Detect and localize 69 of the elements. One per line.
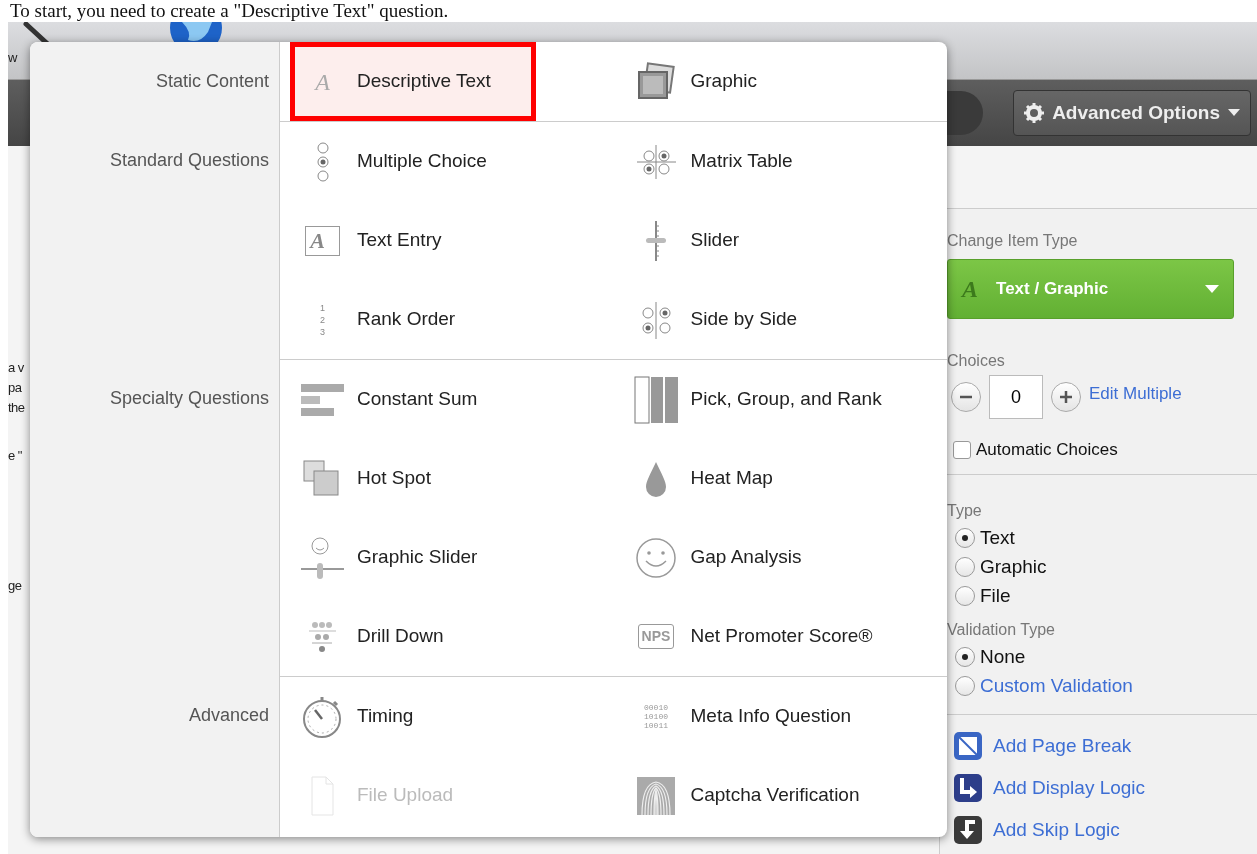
section-label: Static Content	[154, 70, 270, 93]
gear-icon	[1024, 103, 1045, 123]
radio-label: Text	[980, 526, 1015, 550]
field-label: Choices	[947, 351, 1006, 371]
menu-item[interactable]: Graphic	[623, 42, 803, 121]
letter-a-icon: A	[315, 63, 330, 100]
text-fragment: w	[8, 49, 17, 67]
menu-item[interactable]: Graphic Slider	[290, 518, 523, 597]
field-label: Validation Type	[947, 620, 1056, 640]
menu-item[interactable]: 00010 10100 10011 Meta Info Question	[623, 677, 897, 756]
numbered-list-icon: 1 2 3	[320, 301, 325, 338]
action-link[interactable]: Add Display Logic	[947, 767, 1257, 809]
radio-button[interactable]	[955, 556, 975, 577]
smiley-icon	[633, 535, 679, 580]
field-label: Change Item Type	[947, 231, 1079, 251]
menu-item[interactable]: Pick, Group, and Rank	[623, 360, 927, 439]
decrease-button[interactable]	[951, 382, 981, 412]
section-label: Specialty Questions	[108, 387, 270, 410]
radio-button[interactable]	[955, 527, 975, 548]
column-blocks-icon	[633, 375, 679, 424]
increase-button[interactable]	[1051, 382, 1081, 412]
smiley-slider-icon	[300, 535, 345, 580]
radio-label: None	[980, 645, 1026, 669]
edit-multiple-link[interactable]: Edit Multiple	[1089, 381, 1182, 407]
text-box-icon: A	[305, 225, 340, 256]
menu-item[interactable]: Slider	[623, 201, 785, 280]
text-fragment: ge	[8, 577, 22, 595]
plus-icon	[1059, 390, 1073, 404]
menu-item[interactable]: Drill Down	[290, 597, 489, 676]
nps-label-icon: NPS	[637, 624, 675, 649]
binary-digits-icon: 00010 10100 10011	[644, 703, 668, 730]
letter-a-icon: A	[962, 271, 978, 307]
action-link[interactable]: Add Skip Logic	[947, 809, 1257, 851]
radio-button[interactable]	[955, 585, 975, 606]
radio-button[interactable]	[955, 675, 975, 696]
caption-text: To start, you need to create a "Descriptive Text" question.	[9, 0, 450, 22]
radio-label: File	[980, 584, 1011, 608]
menu-item[interactable]: Timing	[290, 677, 459, 756]
menu-item[interactable]: 1 2 3 Rank Order	[290, 280, 501, 359]
menu-item[interactable]: Gap Analysis	[623, 518, 847, 597]
menu-item[interactable]: A Text Entry	[290, 201, 487, 280]
menu-item[interactable]: Constant Sum	[290, 360, 523, 439]
checkbox[interactable]	[953, 440, 971, 459]
radio-button[interactable]	[955, 646, 975, 667]
caret-icon	[1205, 285, 1219, 293]
text-fragment: pa	[8, 379, 22, 397]
menu-item[interactable]: Multiple Choice	[290, 122, 532, 201]
menu-item[interactable]: Side by Side	[623, 280, 843, 359]
radio-label-link[interactable]: Custom Validation	[980, 671, 1133, 700]
text-fragment: e "	[8, 447, 22, 465]
checkbox-label: Automatic Choices	[976, 439, 1118, 461]
section-label: Advanced	[187, 704, 270, 727]
choice-count-field[interactable]: 0	[989, 375, 1043, 419]
field-label: Type	[947, 501, 983, 521]
menu-item[interactable]: Captcha Verification	[623, 756, 905, 835]
menu-item[interactable]: Heat Map	[623, 439, 818, 518]
text-fragment: the	[8, 399, 25, 417]
advanced-options-button[interactable]: Advanced Options	[1013, 89, 1251, 137]
menu-item[interactable]: Matrix Table	[623, 122, 838, 201]
text-fragment: a v	[8, 359, 24, 377]
caret-icon	[1228, 109, 1240, 117]
radio-label: Graphic	[980, 555, 1047, 579]
section-label: Standard Questions	[108, 149, 270, 172]
page-break-icon	[953, 731, 983, 761]
menu-item[interactable]: A Descriptive Text	[290, 42, 536, 121]
action-link[interactable]: Add Page Break	[947, 725, 1257, 767]
menu-item[interactable]: Hot Spot	[290, 439, 476, 518]
menu-item[interactable]: NPS Net Promoter Score®	[623, 597, 918, 676]
radio-buttons-icon	[316, 141, 329, 182]
